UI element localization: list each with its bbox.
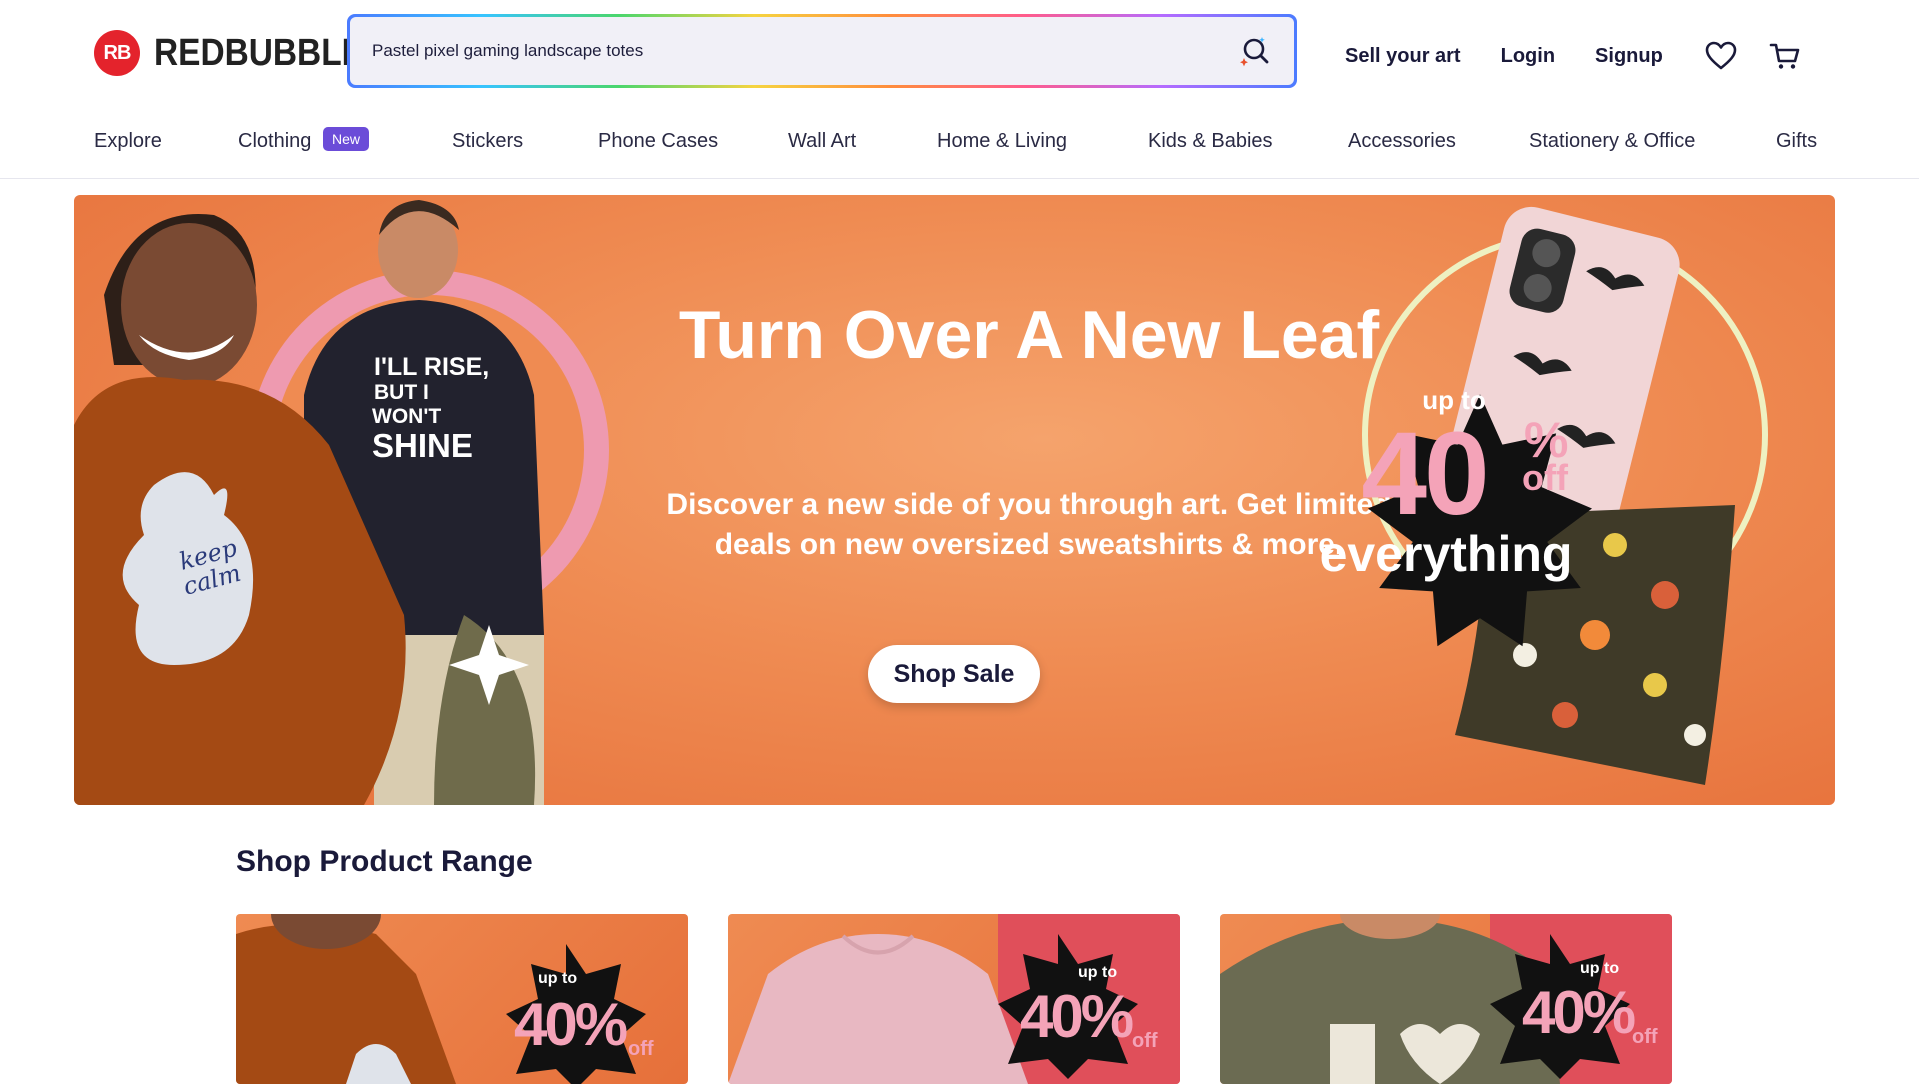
category-stationery-office[interactable]: Stationery & Office — [1529, 130, 1695, 153]
search-input[interactable] — [370, 40, 1234, 62]
account-nav: Sell your art Login Signup — [1345, 38, 1831, 74]
category-gifts[interactable]: Gifts — [1776, 130, 1817, 153]
product-card-sweatshirts[interactable]: up to 40% off — [1220, 914, 1672, 1084]
shop-sale-button[interactable]: Shop Sale — [868, 645, 1040, 703]
promo-starburst: up to 40 % off everything — [1304, 345, 1604, 625]
category-home-living[interactable]: Home & Living — [937, 130, 1067, 153]
promo-everything: everything — [1319, 526, 1573, 582]
card-promo-percent: 40% — [1522, 979, 1636, 1046]
sweatshirt-line-2: BUT I — [374, 381, 429, 404]
new-badge: New — [323, 127, 370, 151]
card-promo-percent: 40% — [1020, 983, 1134, 1050]
brand-name: REDBUBBLE — [154, 31, 364, 74]
card-promo-off: off — [1632, 1026, 1658, 1048]
heart-icon[interactable] — [1703, 38, 1739, 74]
search-bar — [347, 14, 1297, 88]
category-accessories[interactable]: Accessories — [1348, 130, 1456, 153]
ai-search-icon[interactable] — [1234, 31, 1274, 71]
sweatshirt-line-3: WON'T — [372, 405, 441, 428]
redbubble-logo-icon: RB — [94, 30, 140, 76]
sweatshirt-line-1: I'LL RISE, — [374, 353, 489, 381]
category-kids-babies[interactable]: Kids & Babies — [1148, 130, 1273, 153]
hero-models-illustration: I'LL RISE, BUT I WON'T SHINE keep calm — [74, 200, 609, 805]
card-promo-up-to: up to — [538, 970, 578, 987]
card-promo-up-to: up to — [1078, 964, 1118, 981]
product-card-tshirts[interactable]: up to 40% off — [728, 914, 1180, 1084]
card-promo-up-to: up to — [1580, 960, 1620, 977]
login-link[interactable]: Login — [1501, 45, 1555, 68]
card-promo-off: off — [1132, 1030, 1158, 1052]
sweatshirt-line-4: SHINE — [372, 427, 473, 464]
cart-icon[interactable] — [1767, 38, 1803, 74]
promo-off: off — [1522, 457, 1568, 498]
site-header: RB REDBUBBLE Sell your art Login Signup — [0, 0, 1919, 179]
category-nav: Explore Clothing Stickers Phone Cases Wa… — [0, 126, 1919, 162]
signup-link[interactable]: Signup — [1595, 45, 1663, 68]
category-explore[interactable]: Explore — [94, 130, 162, 153]
hero-title: Turn Over A New Leaf — [678, 297, 1380, 373]
hero-banner[interactable]: I'LL RISE, BUT I WON'T SHINE keep calm T… — [74, 195, 1835, 805]
card-promo-percent: 40% — [514, 991, 628, 1058]
category-phone-cases[interactable]: Phone Cases — [598, 130, 718, 153]
card-promo-off: off — [628, 1038, 654, 1060]
category-stickers[interactable]: Stickers — [452, 130, 523, 153]
category-wall-art[interactable]: Wall Art — [788, 130, 856, 153]
sell-your-art-link[interactable]: Sell your art — [1345, 45, 1461, 68]
product-card-hoodies[interactable]: up to 40% off — [236, 914, 688, 1084]
category-clothing[interactable]: Clothing — [238, 130, 311, 153]
section-title: Shop Product Range — [236, 845, 533, 878]
